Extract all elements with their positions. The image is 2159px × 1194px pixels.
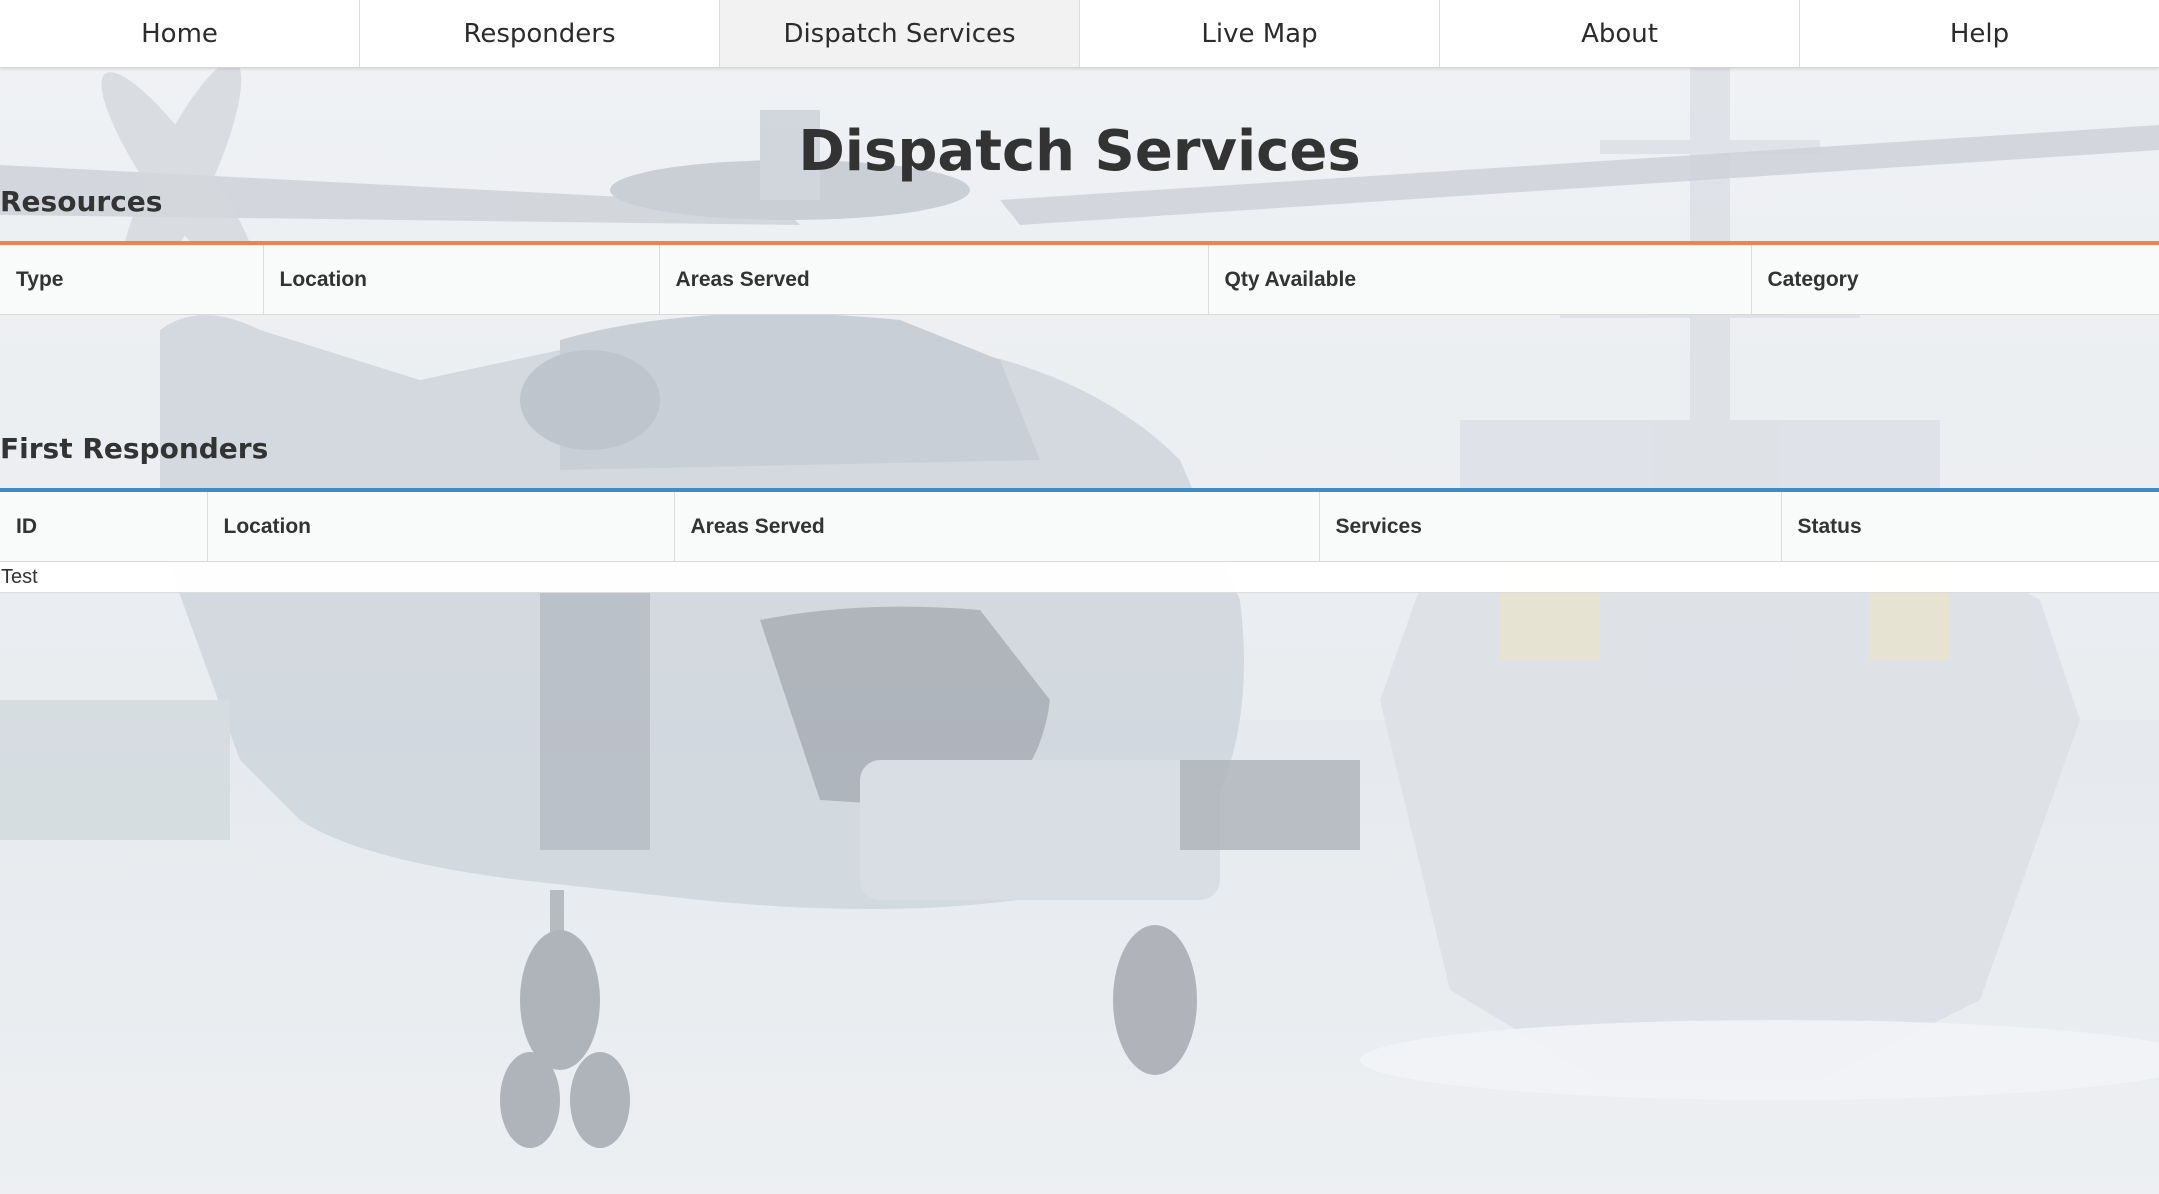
column-header-areas-served[interactable]: Areas Served (658, 243, 1208, 315)
resources-header-row: Type Location Areas Served Qty Available… (0, 243, 2159, 315)
column-header-qty-available[interactable]: Qty Available (1207, 243, 1751, 315)
resources-heading: Resources (0, 185, 163, 218)
column-header-location[interactable]: Location (262, 243, 659, 315)
column-header-type[interactable]: Type (0, 243, 263, 315)
first-responders-header-row: ID Location Areas Served Services Status (0, 490, 2159, 562)
first-responders-heading: First Responders (0, 432, 269, 465)
nav-home[interactable]: Home (0, 0, 360, 67)
table-row[interactable]: Test (0, 561, 2159, 593)
top-nav: Home Responders Dispatch Services Live M… (0, 0, 2159, 68)
column-header-id[interactable]: ID (0, 490, 207, 562)
nav-live-map[interactable]: Live Map (1080, 0, 1440, 67)
column-header-services[interactable]: Services (1318, 490, 1781, 562)
first-responders-table-body: Test (0, 561, 2159, 593)
page-title: Dispatch Services (798, 119, 1361, 184)
first-responders-table: ID Location Areas Served Services Status… (0, 488, 2159, 593)
nav-responders[interactable]: Responders (360, 0, 720, 67)
column-header-areas-served[interactable]: Areas Served (673, 490, 1319, 562)
resources-table: Type Location Areas Served Qty Available… (0, 241, 2159, 315)
nav-dispatch-services[interactable]: Dispatch Services (720, 0, 1080, 67)
column-header-location[interactable]: Location (206, 490, 674, 562)
nav-help[interactable]: Help (1800, 0, 2159, 67)
column-header-category[interactable]: Category (1750, 243, 2159, 315)
column-header-status[interactable]: Status (1780, 490, 2159, 562)
responder-id-cell: Test (0, 561, 2159, 593)
nav-about[interactable]: About (1440, 0, 1800, 67)
